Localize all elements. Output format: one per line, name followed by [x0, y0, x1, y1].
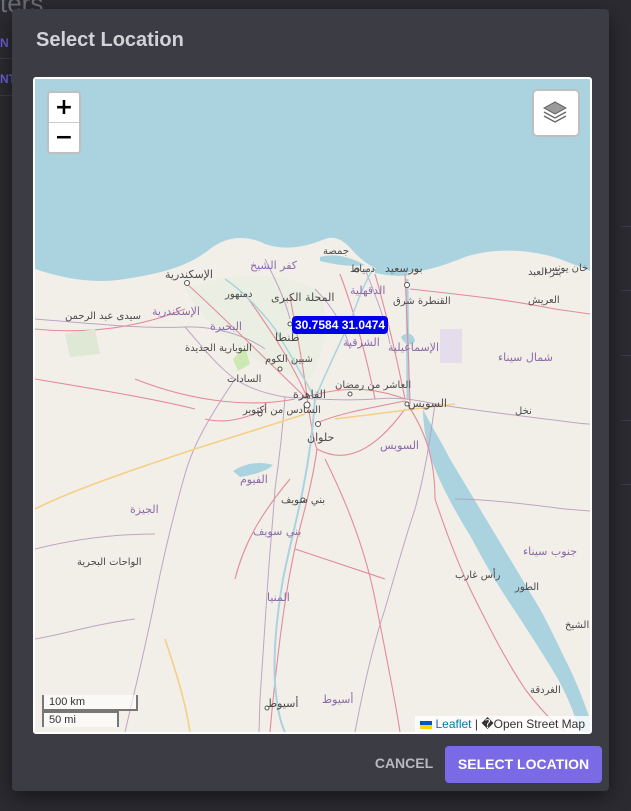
scale-mi: 50 mi [42, 711, 119, 727]
map-attribution: Leaflet | �Open Street Map [415, 716, 590, 732]
layers-icon [542, 101, 568, 123]
place-label: أسيوط [322, 692, 353, 706]
place-label: الغردقة [530, 685, 561, 696]
attribution-separator: | [474, 717, 478, 731]
place-label: شمال سيناء [498, 351, 553, 364]
selected-location-marker[interactable]: 30.7584 31.0474 [292, 316, 389, 334]
place-label: نخل [515, 406, 532, 417]
place-label: أسيوط [267, 696, 298, 710]
place-label: الإسكندرية [165, 268, 213, 281]
place-label: بني سويف [281, 495, 325, 506]
place-label: الإسكندرية [152, 305, 200, 318]
layers-button[interactable] [532, 89, 580, 137]
background-divider [0, 95, 12, 96]
place-label: المنيا [267, 591, 290, 604]
place-label: شبين الكوم [265, 354, 313, 365]
place-label: بني سويف [253, 525, 301, 538]
place-label: حلوان [307, 431, 334, 444]
zoom-control: + − [47, 91, 81, 154]
place-label: الشرقية [343, 336, 380, 349]
place-label: العريش [528, 295, 560, 306]
background-divider [621, 290, 631, 291]
place-label: البحيرة [210, 320, 242, 333]
place-label: السادات [227, 374, 261, 385]
place-label: كفر الشيخ [250, 259, 298, 272]
dialog-title: Select Location [36, 29, 184, 51]
place-label: جنوب سيناء [523, 545, 577, 558]
place-label: العاشر من رمضان [335, 380, 411, 391]
place-label: دمياط [350, 264, 375, 275]
place-label: القنطرة شرق [393, 296, 451, 307]
zoom-out-button[interactable]: − [49, 122, 79, 152]
place-label: بورسعيد [385, 262, 423, 275]
place-label: السادس من أكتوبر [242, 403, 321, 416]
zoom-in-button[interactable]: + [49, 93, 79, 122]
ukraine-flag-icon [420, 720, 433, 729]
place-label: الفيوم [240, 473, 268, 486]
place-label: القاهرة [293, 388, 326, 401]
place-label: الدقهلية [350, 284, 385, 297]
scale-km: 100 km [42, 695, 138, 711]
place-label: رأس غارب [455, 568, 501, 581]
osm-attribution[interactable]: �Open Street Map [481, 717, 585, 731]
place-label: شرم الشيخ [565, 620, 590, 631]
background-divider [621, 420, 631, 421]
military-zone [440, 329, 462, 363]
place-label: دمنهور [224, 289, 252, 300]
place-label: السويس [380, 439, 419, 452]
place-label: الواحات البحرية [77, 557, 142, 568]
place-label: سيدى عبد الرحمن [65, 311, 141, 322]
background-tab-1: N [0, 36, 9, 50]
select-location-button[interactable]: SELECT LOCATION [445, 746, 602, 783]
place-label: السويس [408, 397, 447, 410]
background-divider [621, 355, 631, 356]
leaflet-link[interactable]: Leaflet [435, 717, 471, 731]
background-divider [621, 484, 631, 485]
map-view[interactable]: الإسكندرية كفر الشيخ دمنهور سيدى عبد الر… [33, 77, 592, 734]
place-label: المحلة الكبرى [271, 291, 334, 304]
place-label: الجيزة [130, 503, 159, 516]
background-divider [621, 226, 631, 227]
cancel-button[interactable]: CANCEL [364, 750, 444, 776]
map-scale: 100 km 50 mi [42, 695, 138, 727]
place-label: جمصة [323, 246, 349, 257]
map-tiles: الإسكندرية كفر الشيخ دمنهور سيدى عبد الر… [35, 237, 590, 732]
select-location-dialog: Select Location الإسكندرية كفر الشيخ دمن… [12, 9, 609, 791]
place-label: النوبارية الجديدة [185, 343, 252, 354]
background-divider [0, 58, 12, 59]
place-label: الإسماعيلية [388, 341, 439, 354]
place-label: الطور [514, 582, 539, 593]
green-area [65, 329, 100, 357]
place-label: خان يونس [545, 263, 588, 274]
